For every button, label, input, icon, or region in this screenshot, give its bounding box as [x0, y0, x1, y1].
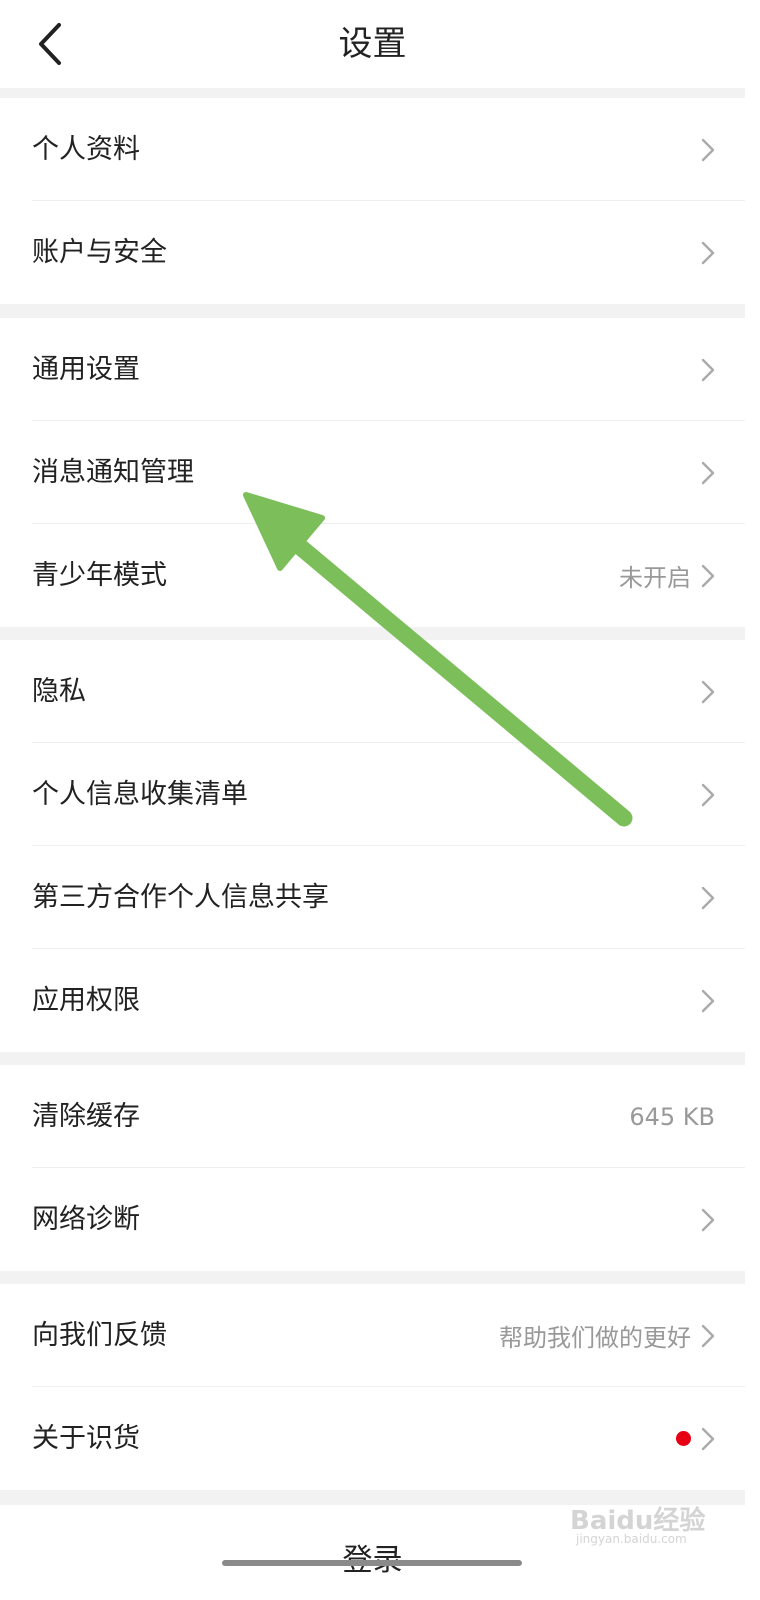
back-button[interactable] — [22, 14, 78, 74]
row-right: 645 KB — [629, 1065, 715, 1168]
row-right — [701, 1168, 715, 1271]
baidu-jingyan-watermark: Baidu经验 jingyan.baidu.com — [570, 1492, 745, 1562]
settings-group-account: 个人资料 账户与安全 — [0, 98, 745, 304]
header-bar: 设置 — [0, 0, 745, 88]
row-app-permissions[interactable]: 应用权限 — [0, 949, 745, 1052]
row-label: 应用权限 — [32, 985, 140, 1016]
row-network-diagnosis[interactable]: 网络诊断 — [0, 1168, 745, 1271]
chevron-right-icon — [701, 564, 715, 587]
settings-group-about: 向我们反馈 帮助我们做的更好 关于识货 — [0, 1284, 745, 1490]
chevron-right-icon — [701, 1427, 715, 1450]
row-label: 向我们反馈 — [32, 1320, 167, 1351]
row-general-settings[interactable]: 通用设置 — [0, 318, 745, 421]
chevron-right-icon — [701, 989, 715, 1012]
teen-mode-status: 未开启 — [619, 564, 691, 592]
settings-group-general: 通用设置 消息通知管理 青少年模式 未开启 — [0, 318, 745, 627]
row-label: 网络诊断 — [32, 1204, 140, 1235]
row-label: 关于识货 — [32, 1423, 140, 1454]
chevron-right-icon — [701, 241, 715, 264]
row-label: 个人信息收集清单 — [32, 779, 248, 810]
settings-group-privacy: 隐私 个人信息收集清单 第三方合作个人信息共享 应用权限 — [0, 640, 745, 1052]
row-feedback[interactable]: 向我们反馈 帮助我们做的更好 — [0, 1284, 745, 1387]
row-account-security[interactable]: 账户与安全 — [0, 201, 745, 304]
home-indicator[interactable] — [222, 1560, 522, 1566]
row-teen-mode[interactable]: 青少年模式 未开启 — [0, 524, 745, 627]
row-label: 通用设置 — [32, 354, 140, 385]
row-right — [701, 98, 715, 201]
settings-group-storage: 清除缓存 645 KB 网络诊断 — [0, 1065, 745, 1271]
row-label: 消息通知管理 — [32, 457, 194, 488]
row-right — [701, 318, 715, 421]
row-clear-cache[interactable]: 清除缓存 645 KB — [0, 1065, 745, 1168]
screen-edge — [745, 0, 760, 1600]
row-label: 青少年模式 — [32, 560, 167, 591]
cache-size: 645 KB — [629, 1102, 715, 1131]
row-right — [701, 949, 715, 1052]
row-personal-profile[interactable]: 个人资料 — [0, 98, 745, 201]
red-dot-badge — [676, 1431, 691, 1446]
row-privacy[interactable]: 隐私 — [0, 640, 745, 743]
row-label: 第三方合作个人信息共享 — [32, 882, 329, 913]
page-title: 设置 — [338, 24, 407, 64]
row-right: 帮助我们做的更好 — [499, 1284, 715, 1387]
row-right — [701, 421, 715, 524]
row-right — [701, 743, 715, 846]
row-third-party-sharing[interactable]: 第三方合作个人信息共享 — [0, 846, 745, 949]
chevron-right-icon — [701, 783, 715, 806]
row-label: 个人资料 — [32, 134, 140, 165]
row-notification-management[interactable]: 消息通知管理 — [0, 421, 745, 524]
chevron-right-icon — [701, 680, 715, 703]
chevron-right-icon — [701, 461, 715, 484]
settings-screen: 设置 个人资料 账户与安全 通用设置 消息通知管理 青少年模式 未开启 隐私 个… — [0, 0, 745, 1600]
row-about[interactable]: 关于识货 — [0, 1387, 745, 1490]
row-right — [701, 640, 715, 743]
row-right — [701, 201, 715, 304]
row-label: 隐私 — [32, 676, 86, 707]
chevron-right-icon — [701, 886, 715, 909]
chevron-right-icon — [701, 358, 715, 381]
row-right — [701, 846, 715, 949]
chevron-right-icon — [701, 138, 715, 161]
row-label: 账户与安全 — [32, 237, 167, 268]
row-right — [676, 1387, 715, 1490]
back-chevron-icon — [39, 23, 61, 65]
chevron-right-icon — [701, 1324, 715, 1347]
row-personal-info-list[interactable]: 个人信息收集清单 — [0, 743, 745, 846]
row-right: 未开启 — [619, 524, 715, 627]
feedback-hint: 帮助我们做的更好 — [499, 1324, 691, 1352]
chevron-right-icon — [701, 1208, 715, 1231]
row-label: 清除缓存 — [32, 1101, 140, 1132]
watermark-subtext: jingyan.baidu.com — [576, 1532, 687, 1546]
